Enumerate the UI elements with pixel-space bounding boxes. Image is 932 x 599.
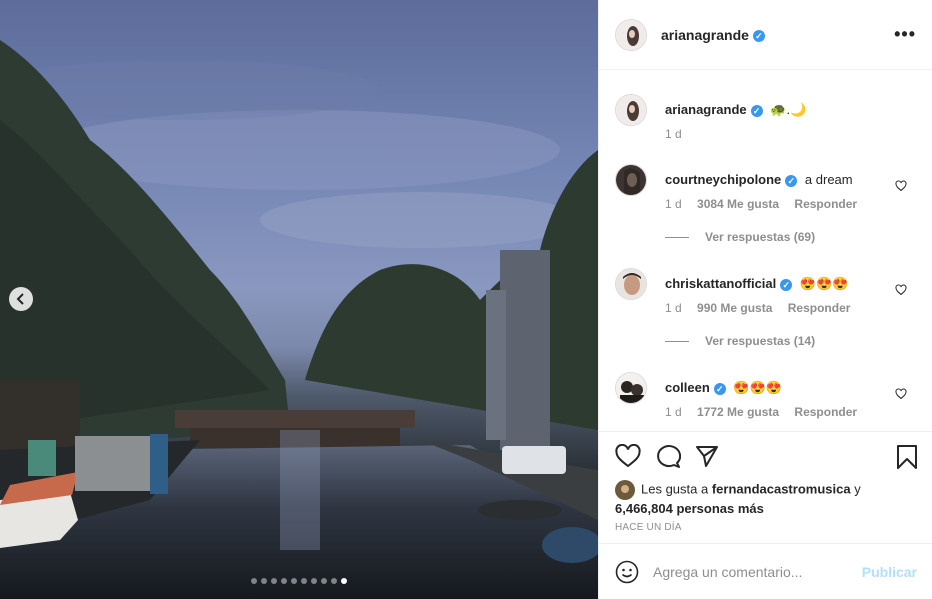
- comment-username[interactable]: colleen: [665, 380, 710, 395]
- comment-row: courtneychipolone ✓ a dream 1 d 3084 Me g…: [615, 164, 917, 254]
- comment-username[interactable]: courtneychipolone: [665, 172, 781, 187]
- carousel-dot: [331, 578, 337, 584]
- verified-badge-icon: ✓: [785, 174, 798, 187]
- comment-body: 😍😍😍: [799, 276, 849, 291]
- comment-body: 😍😍😍: [733, 380, 782, 395]
- carousel-dot: [281, 578, 287, 584]
- carousel-indicator: [0, 578, 598, 584]
- avatar-image: [616, 269, 646, 299]
- carousel-dot: [261, 578, 267, 584]
- reply-button[interactable]: Responder: [794, 405, 857, 419]
- liker-avatar[interactable]: [615, 480, 635, 500]
- verified-badge-icon: ✓: [750, 104, 763, 117]
- verified-badge-icon: ✓: [713, 382, 726, 395]
- view-replies-label[interactable]: Ver respuestas (14): [705, 334, 815, 348]
- liker-username[interactable]: fernandacastromusica: [712, 481, 851, 496]
- reply-button[interactable]: Responder: [794, 197, 857, 211]
- comment-time[interactable]: 1 d: [665, 301, 682, 315]
- comment-body: a dream: [804, 172, 853, 187]
- comment-text: courtneychipolone ✓ a dream: [665, 172, 853, 187]
- like-heart-icon[interactable]: [615, 444, 641, 468]
- carousel-dot: [341, 578, 347, 584]
- comment-row: colleen ✓ 😍😍😍 1 d 1772 Me gusta Responder: [615, 372, 917, 431]
- replies-divider: [665, 236, 689, 238]
- comment-text: chriskattanofficial ✓ 😍😍😍: [665, 276, 848, 292]
- like-comment-heart-icon[interactable]: [895, 388, 907, 400]
- carousel-dot: [311, 578, 317, 584]
- likes-prefix: Les gusta a: [641, 481, 709, 497]
- comment-meta: 1 d 3084 Me gusta Responder: [665, 197, 869, 211]
- comment-likes[interactable]: 3084 Me gusta: [697, 197, 779, 211]
- post-timestamp[interactable]: HACE UN DÍA: [615, 522, 682, 533]
- avatar-image: [616, 95, 646, 125]
- share-send-icon[interactable]: [695, 444, 719, 468]
- reply-button[interactable]: Responder: [788, 301, 851, 315]
- carousel-dot: [251, 578, 257, 584]
- caption-username[interactable]: arianagrande: [665, 102, 747, 117]
- previous-slide-button[interactable]: [9, 287, 33, 311]
- comment-text: colleen ✓ 😍😍😍: [665, 380, 782, 396]
- post-side-panel: arianagrande ✓ ••• arianagrande ✓ 🐢.🌙 1 d: [598, 0, 932, 599]
- likes-count[interactable]: 6,466,804 personas más: [615, 501, 764, 516]
- caption-body: 🐢.🌙: [770, 102, 807, 117]
- verified-badge-icon: ✓: [752, 30, 765, 43]
- chevron-left-icon: [16, 293, 24, 305]
- carousel-dot: [271, 578, 277, 584]
- view-replies-label[interactable]: Ver respuestas (69): [705, 230, 815, 244]
- comment-meta: 1 d 990 Me gusta Responder: [665, 301, 862, 315]
- comment-likes[interactable]: 990 Me gusta: [697, 301, 772, 315]
- like-comment-heart-icon[interactable]: [895, 180, 907, 192]
- save-bookmark-icon[interactable]: [895, 444, 919, 470]
- emoji-icon[interactable]: [615, 560, 639, 584]
- avatar-image: [616, 19, 646, 50]
- post-header: arianagrande ✓ •••: [599, 0, 932, 70]
- add-comment-form: Publicar: [599, 543, 932, 599]
- comments-list: arianagrande ✓ 🐢.🌙 1 d courtneychipolone ✓…: [599, 71, 932, 431]
- comment-meta: 1 d 1772 Me gusta Responder: [665, 405, 869, 419]
- comment-bubble-icon[interactable]: [655, 444, 681, 468]
- post-photo: [0, 0, 598, 599]
- caption-text: arianagrande ✓ 🐢.🌙: [665, 102, 806, 118]
- comment-likes[interactable]: 1772 Me gusta: [697, 405, 779, 419]
- author-username-text[interactable]: arianagrande: [661, 27, 749, 43]
- author-username[interactable]: arianagrande ✓: [661, 27, 765, 43]
- carousel-dot: [321, 578, 327, 584]
- avatar-image: [615, 480, 635, 500]
- avatar-image: [616, 165, 646, 195]
- replies-divider: [665, 340, 689, 342]
- view-replies-button[interactable]: Ver respuestas (69): [665, 230, 815, 244]
- commenter-avatar[interactable]: [615, 268, 647, 300]
- comment-time[interactable]: 1 d: [665, 405, 682, 419]
- carousel-dot: [301, 578, 307, 584]
- like-comment-heart-icon[interactable]: [895, 284, 907, 296]
- author-avatar[interactable]: [615, 18, 647, 51]
- carousel-dot: [291, 578, 297, 584]
- caption-row: arianagrande ✓ 🐢.🌙 1 d: [615, 94, 917, 154]
- view-replies-button[interactable]: Ver respuestas (14): [665, 334, 815, 348]
- commenter-avatar[interactable]: [615, 164, 647, 196]
- more-options-button[interactable]: •••: [894, 24, 916, 45]
- verified-badge-icon: ✓: [780, 278, 793, 291]
- caption-avatar[interactable]: [615, 94, 647, 126]
- comment-username[interactable]: chriskattanofficial: [665, 276, 776, 291]
- comment-time[interactable]: 1 d: [665, 197, 682, 211]
- commenter-avatar[interactable]: [615, 372, 647, 404]
- caption-time[interactable]: 1 d: [665, 127, 682, 141]
- likes-summary: Les gusta a fernandacastromusica y 6,466…: [615, 480, 861, 518]
- comment-input[interactable]: [653, 563, 862, 580]
- likes-joiner: y: [854, 481, 861, 497]
- comment-row: chriskattanofficial ✓ 😍😍😍 1 d 990 Me gust…: [615, 268, 917, 358]
- caption-meta: 1 d: [665, 127, 694, 141]
- avatar-image: [616, 373, 646, 403]
- canal-scene-image: [0, 40, 598, 599]
- publish-button[interactable]: Publicar: [862, 564, 917, 580]
- post-actions: Les gusta a fernandacastromusica y 6,466…: [599, 431, 932, 543]
